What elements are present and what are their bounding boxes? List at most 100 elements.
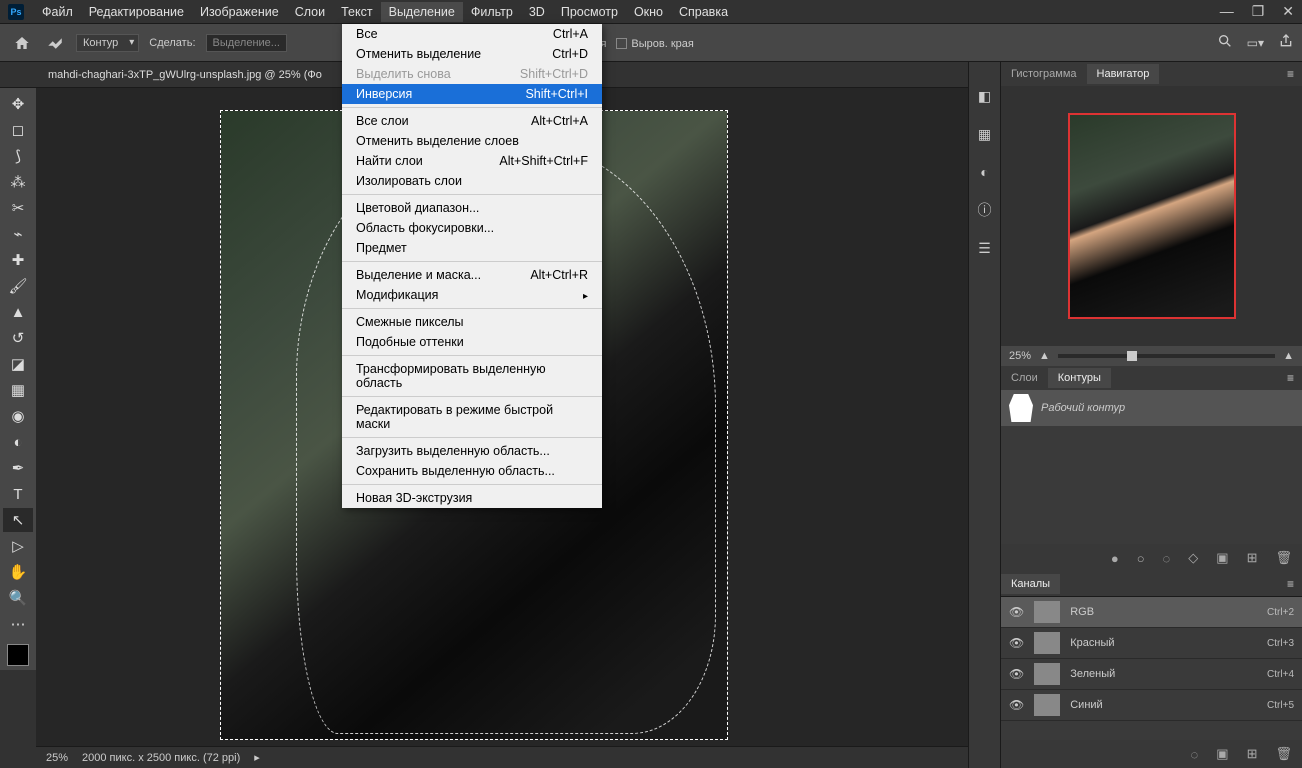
menu-окно[interactable]: Окно xyxy=(626,2,671,22)
layers-tab[interactable]: Слои xyxy=(1001,368,1048,388)
home-icon[interactable] xyxy=(8,29,36,57)
make-selection-button[interactable]: Выделение... xyxy=(206,34,287,52)
menu-item[interactable]: ВсеCtrl+A xyxy=(342,24,602,44)
mask-icon[interactable]: ▣ xyxy=(1216,550,1228,566)
histogram-tab[interactable]: Гистограмма xyxy=(1001,64,1087,84)
zoom-slider[interactable] xyxy=(1058,354,1275,358)
minimize-button[interactable]: — xyxy=(1220,3,1234,20)
path-selection-tool[interactable]: ↖ xyxy=(3,508,33,532)
nav-zoom-value[interactable]: 25% xyxy=(1009,350,1031,362)
search-icon[interactable] xyxy=(1217,33,1233,52)
menu-item[interactable]: Цветовой диапазон... xyxy=(342,198,602,218)
close-button[interactable]: ✕ xyxy=(1282,3,1294,20)
blur-tool[interactable]: ◉ xyxy=(3,404,33,428)
channel-row[interactable]: ЗеленыйCtrl+4 xyxy=(1001,659,1302,690)
visibility-icon[interactable] xyxy=(1009,605,1024,619)
navigator-thumbnail[interactable] xyxy=(1068,113,1236,319)
menu-item[interactable]: Подобные оттенки xyxy=(342,332,602,352)
maximize-button[interactable]: ❐ xyxy=(1252,3,1265,20)
menu-item[interactable]: ИнверсияShift+Ctrl+I xyxy=(342,84,602,104)
adjustments-panel-icon[interactable]: ◐ xyxy=(975,162,995,182)
type-tool[interactable]: T xyxy=(3,482,33,506)
visibility-icon[interactable] xyxy=(1009,698,1024,712)
share-icon[interactable] xyxy=(1278,33,1294,52)
menu-item[interactable]: Изолировать слои xyxy=(342,171,602,191)
panel-menu-icon[interactable]: ≡ xyxy=(1279,67,1302,81)
channels-tab[interactable]: Каналы xyxy=(1001,574,1060,594)
gradient-tool[interactable]: ▦ xyxy=(3,378,33,402)
crop-tool[interactable]: ✂ xyxy=(3,196,33,220)
menu-item[interactable]: Отменить выделение слоев xyxy=(342,131,602,151)
pen-tool[interactable]: ✒ xyxy=(3,456,33,480)
kontur-dropdown[interactable]: Контур xyxy=(76,34,139,52)
foreground-color[interactable] xyxy=(7,644,29,666)
edge-checkbox[interactable] xyxy=(616,38,627,49)
workspace-icon[interactable]: ▭▾ xyxy=(1247,36,1264,50)
new-channel-icon[interactable]: ⊞ xyxy=(1247,746,1258,762)
menu-item[interactable]: Редактировать в режиме быстрой маски xyxy=(342,400,602,434)
menu-item[interactable]: Отменить выделениеCtrl+D xyxy=(342,44,602,64)
document-tab[interactable]: mahdi-chaghari-3xTP_gWUlrg-unsplash.jpg … xyxy=(40,65,330,85)
history-brush-tool[interactable]: ↺ xyxy=(3,326,33,350)
menu-item[interactable]: Найти слоиAlt+Shift+Ctrl+F xyxy=(342,151,602,171)
menu-item[interactable]: Смежные пикселы xyxy=(342,312,602,332)
brush-tool[interactable]: 🖌 xyxy=(3,274,33,298)
edit-toolbar-icon[interactable]: ⋯ xyxy=(3,612,33,636)
move-tool[interactable]: ✥ xyxy=(3,92,33,116)
menu-item[interactable]: Сохранить выделенную область... xyxy=(342,461,602,481)
menu-item[interactable]: Модификация xyxy=(342,285,602,305)
status-arrow-icon[interactable]: ▸ xyxy=(254,751,260,764)
menu-файл[interactable]: Файл xyxy=(34,2,81,22)
menu-item[interactable]: Все слоиAlt+Ctrl+A xyxy=(342,111,602,131)
menu-слои[interactable]: Слои xyxy=(287,2,333,22)
menu-редактирование[interactable]: Редактирование xyxy=(81,2,192,22)
status-zoom[interactable]: 25% xyxy=(46,752,68,764)
stamp-tool[interactable]: ▲ xyxy=(3,300,33,324)
dodge-tool[interactable]: ◐ xyxy=(3,430,33,454)
menu-изображение[interactable]: Изображение xyxy=(192,2,287,22)
info-panel-icon[interactable]: ⓘ xyxy=(975,200,995,220)
eyedropper-tool[interactable]: ⌁ xyxy=(3,222,33,246)
menu-item[interactable]: Трансформировать выделенную область xyxy=(342,359,602,393)
load-selection-icon[interactable]: ◌ xyxy=(1191,747,1199,762)
status-docinfo[interactable]: 2000 пикс. x 2500 пикс. (72 ppi) xyxy=(82,752,240,764)
delete-channel-icon[interactable]: 🗑 xyxy=(1275,746,1292,762)
marquee-tool[interactable]: ◻ xyxy=(3,118,33,142)
path-from-selection-icon[interactable]: ◇ xyxy=(1188,550,1198,566)
lasso-tool[interactable]: ⟆ xyxy=(3,144,33,168)
color-panel-icon[interactable]: ◧ xyxy=(975,86,995,106)
panel-menu-icon[interactable]: ≡ xyxy=(1279,371,1302,385)
layers-panel-icon[interactable]: ☰ xyxy=(975,238,995,258)
fill-path-icon[interactable]: ● xyxy=(1111,551,1119,566)
channel-row[interactable]: RGBCtrl+2 xyxy=(1001,597,1302,628)
eraser-tool[interactable]: ◪ xyxy=(3,352,33,376)
healing-tool[interactable]: ✚ xyxy=(3,248,33,272)
menu-item[interactable]: Новая 3D-экструзия xyxy=(342,488,602,508)
menu-3d[interactable]: 3D xyxy=(521,2,553,22)
direct-selection-tool[interactable]: ▷ xyxy=(3,534,33,558)
channel-row[interactable]: СинийCtrl+5 xyxy=(1001,690,1302,721)
zoom-out-icon[interactable]: ▲ xyxy=(1039,350,1050,362)
menu-item[interactable]: Предмет xyxy=(342,238,602,258)
paths-tab[interactable]: Контуры xyxy=(1048,368,1111,388)
menu-выделение[interactable]: Выделение xyxy=(381,2,463,22)
selection-from-path-icon[interactable]: ◌ xyxy=(1163,551,1171,566)
delete-path-icon[interactable]: 🗑 xyxy=(1275,550,1292,566)
menu-текст[interactable]: Текст xyxy=(333,2,380,22)
tool-preset-icon[interactable] xyxy=(46,33,66,53)
menu-справка[interactable]: Справка xyxy=(671,2,736,22)
menu-просмотр[interactable]: Просмотр xyxy=(553,2,626,22)
new-path-icon[interactable]: ⊞ xyxy=(1247,550,1258,566)
menu-item[interactable]: Загрузить выделенную область... xyxy=(342,441,602,461)
channel-row[interactable]: КрасныйCtrl+3 xyxy=(1001,628,1302,659)
swatches-panel-icon[interactable]: ▦ xyxy=(975,124,995,144)
zoom-tool[interactable]: 🔍 xyxy=(3,586,33,610)
menu-item[interactable]: Выделение и маска...Alt+Ctrl+R xyxy=(342,265,602,285)
zoom-in-icon[interactable]: ▲ xyxy=(1283,350,1294,362)
magic-wand-tool[interactable]: ⁂ xyxy=(3,170,33,194)
visibility-icon[interactable] xyxy=(1009,667,1024,681)
menu-фильтр[interactable]: Фильтр xyxy=(463,2,521,22)
navigator-tab[interactable]: Навигатор xyxy=(1087,64,1160,84)
visibility-icon[interactable] xyxy=(1009,636,1024,650)
save-selection-icon[interactable]: ▣ xyxy=(1216,746,1228,762)
